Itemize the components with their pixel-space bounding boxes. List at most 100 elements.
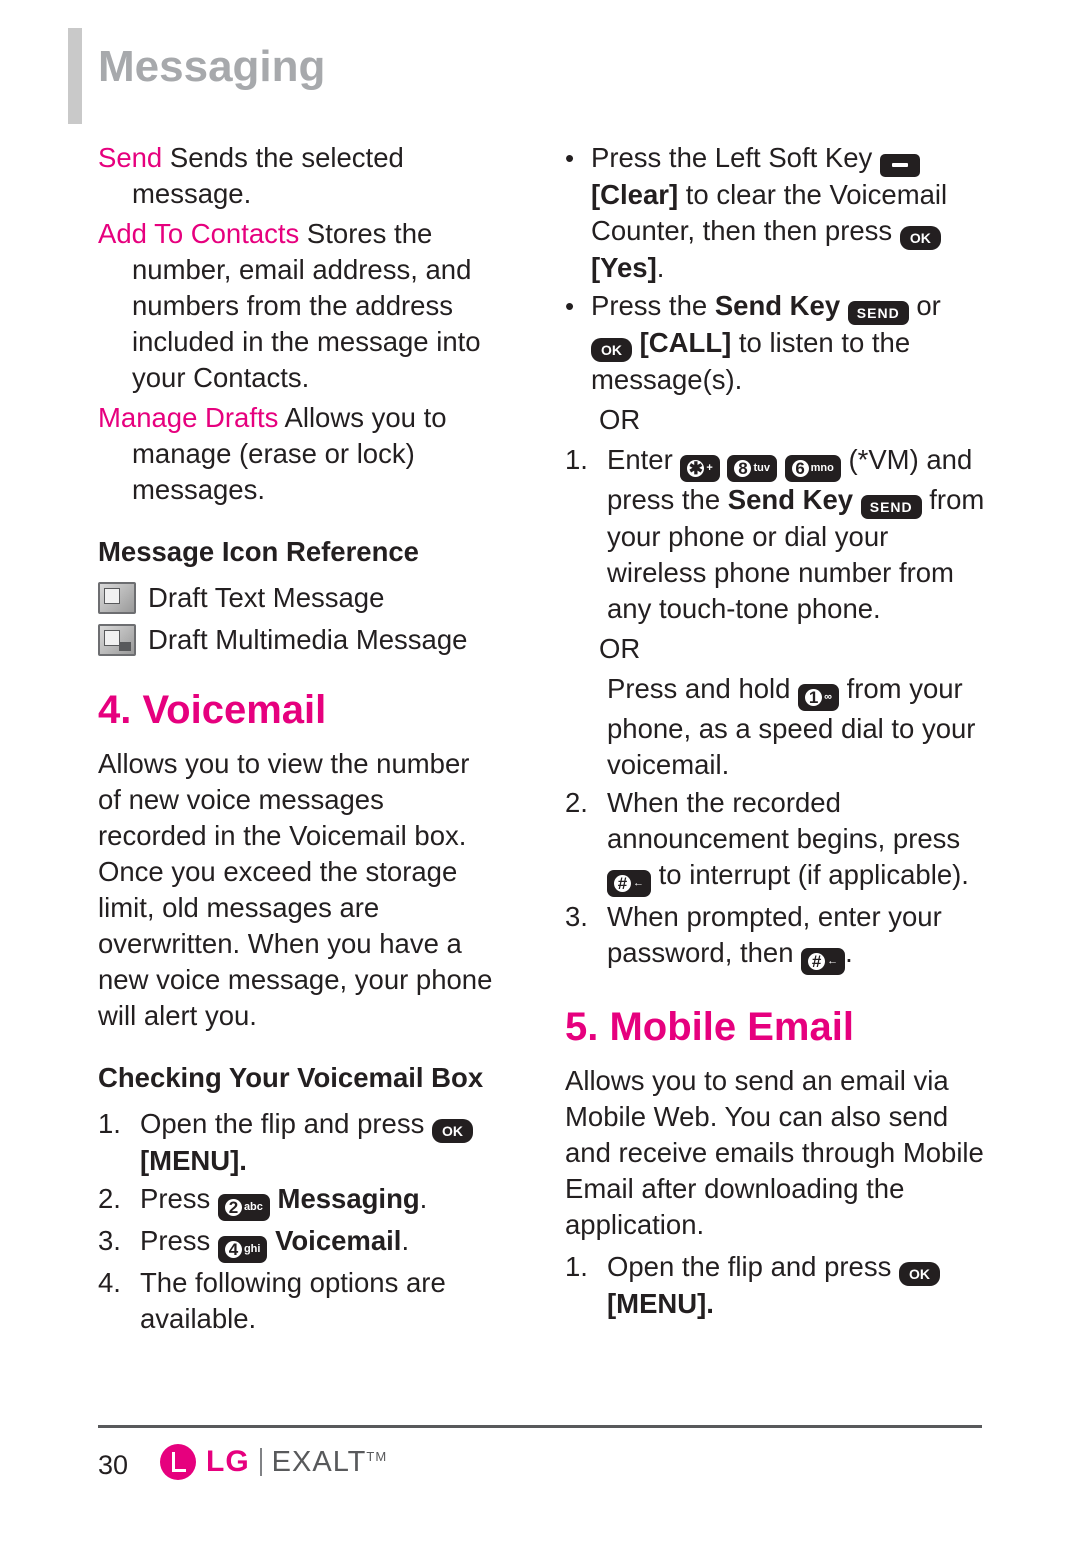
key-star-icon: ✱ +	[680, 455, 720, 482]
icon-reference-draft-multimedia: Draft Multimedia Message	[98, 622, 498, 658]
key-sublabel: ←	[827, 955, 839, 967]
icon-reference-draft-text: Draft Text Message	[98, 580, 498, 616]
draft-text-message-icon	[98, 582, 136, 614]
key-digit: 8	[734, 460, 752, 477]
manage-drafts-term: Manage Drafts	[98, 402, 279, 433]
step-text: Enter ✱ + 8 tuv 6 mno (*VM) and press the S…	[607, 442, 985, 627]
key-digit: ✱	[687, 459, 705, 478]
key-digit: 1	[805, 689, 823, 706]
send-key-icon: SEND	[860, 495, 922, 519]
left-soft-key-icon	[879, 154, 920, 177]
message-icon-reference-heading: Message Icon Reference	[98, 536, 419, 567]
bullet-text: Press the Left Soft Key [Clear] to clear…	[591, 140, 985, 286]
clear-label: [Clear]	[591, 179, 679, 210]
press-and-hold-instruction: Press and hold 1 ∞ from your phone, as a …	[565, 671, 985, 783]
section-title-mobile-email: 5. Mobile Email	[565, 1005, 854, 1049]
send-key-label: Send Key	[727, 484, 854, 515]
list-item: • Press the Left Soft Key [Clear] to cle…	[565, 140, 985, 286]
step-text: Open the flip and press OK [MENU].	[607, 1249, 985, 1322]
trademark-symbol: TM	[366, 1448, 388, 1464]
header-accent-bar	[68, 28, 82, 124]
right-column: • Press the Left Soft Key [Clear] to cle…	[565, 140, 985, 1324]
period: .	[845, 937, 853, 968]
step-text-part: Press	[140, 1183, 211, 1214]
yes-label: [Yes]	[591, 252, 657, 283]
step-text: When prompted, enter your password, then…	[607, 899, 985, 975]
footer-divider	[98, 1425, 982, 1428]
press-hold-text: Press and hold 1 ∞ from your phone, as a …	[607, 671, 985, 783]
lg-brand-text: LG	[206, 1445, 250, 1478]
bullet-text-part: Press the Left Soft Key	[591, 142, 873, 173]
step-text: Press 4 ghi Voicemail.	[140, 1223, 498, 1263]
messaging-label: Messaging	[277, 1183, 420, 1214]
key-sublabel: abc	[243, 1201, 263, 1213]
key-1-voicemail-icon: 1 ∞	[798, 684, 839, 711]
list-item: 4. The following options are available.	[98, 1265, 498, 1337]
bullet-text-part: or	[908, 290, 941, 321]
list-item: 1. Open the flip and press OK [MENU].	[565, 1249, 985, 1322]
bullet-text-part: Press the	[591, 290, 708, 321]
send-definition: Send Sends the selected message.	[98, 140, 498, 212]
step-text-part: Open the flip and press	[140, 1108, 425, 1139]
key-6-mno-icon: 6 mno	[784, 455, 841, 482]
bullet-text: Press the Send Key SEND or OK [CALL] to …	[591, 288, 985, 398]
step-text-part: When prompted, enter your password, then	[607, 901, 942, 968]
page-title: Messaging	[98, 42, 326, 91]
key-8-tuv-icon: 8 tuv	[727, 455, 777, 482]
call-label: [CALL]	[639, 327, 732, 358]
draft-multimedia-message-icon	[98, 624, 136, 656]
step-text: The following options are available.	[140, 1267, 446, 1334]
step-text-part: When the recorded announcement begins, p…	[607, 787, 961, 854]
step-number: 4.	[98, 1267, 121, 1298]
step-number: 1.	[98, 1108, 121, 1139]
section-title-voicemail: 4. Voicemail	[98, 688, 327, 732]
key-sublabel: ghi	[243, 1243, 261, 1255]
step-number: 3.	[565, 901, 588, 932]
step-text-part: Enter	[607, 444, 673, 475]
key-digit: 2	[224, 1199, 242, 1216]
list-item: 2. When the recorded announcement begins…	[565, 785, 985, 897]
step-text: Press 2 abc Messaging.	[140, 1181, 498, 1221]
lg-logo-icon	[160, 1444, 196, 1480]
manual-page: Messaging Send Sends the selected messag…	[0, 0, 1080, 1551]
key-4-ghi-icon: 4 ghi	[217, 1236, 268, 1263]
manage-drafts-definition: Manage Drafts Allows you to manage (eras…	[98, 400, 498, 508]
step-text-part: Open the flip and press	[607, 1251, 892, 1282]
key-sublabel: tuv	[753, 462, 770, 474]
or-separator-2: OR	[599, 633, 641, 664]
bullet-glyph: •	[565, 291, 575, 321]
add-to-contacts-definition: Add To Contacts Stores the number, email…	[98, 216, 498, 396]
send-description: Sends the selected message.	[132, 142, 404, 209]
key-digit: #	[614, 875, 631, 892]
key-sublabel: +	[706, 462, 713, 474]
step-number: 2.	[565, 787, 588, 818]
key-pound-icon: # ←	[607, 870, 651, 897]
list-item: 3. Press 4 ghi Voicemail.	[98, 1223, 498, 1263]
add-to-contacts-term: Add To Contacts	[98, 218, 300, 249]
ok-key-icon: OK	[899, 226, 941, 250]
key-digit: #	[808, 953, 826, 970]
draft-multimedia-message-label: Draft Multimedia Message	[148, 624, 468, 655]
footer-logo: LG EXALTTM	[160, 1444, 387, 1480]
key-pound-icon: # ←	[801, 948, 846, 975]
ok-key-icon: OK	[899, 1262, 940, 1286]
left-column: Send Sends the selected message. Add To …	[98, 140, 498, 1339]
send-term: Send	[98, 142, 163, 173]
period: .	[401, 1225, 410, 1256]
or-separator-1: OR	[599, 404, 641, 435]
press-hold-text-part: Press and hold	[607, 673, 791, 704]
draft-text-message-label: Draft Text Message	[148, 582, 385, 613]
key-digit: 6	[791, 460, 809, 477]
bullet-glyph: •	[565, 143, 575, 173]
list-item: 2. Press 2 abc Messaging.	[98, 1181, 498, 1221]
step-number: 1.	[565, 1251, 588, 1282]
ok-key-icon: OK	[591, 338, 632, 362]
send-key-icon: SEND	[847, 301, 909, 325]
ok-key-icon: OK	[432, 1119, 473, 1143]
step-text-part: Press	[140, 1225, 211, 1256]
period: .	[656, 252, 665, 283]
model-name: EXALTTM	[272, 1446, 388, 1479]
voicemail-body: Allows you to view the number of new voi…	[98, 748, 493, 1031]
menu-label: [MENU].	[607, 1288, 714, 1319]
